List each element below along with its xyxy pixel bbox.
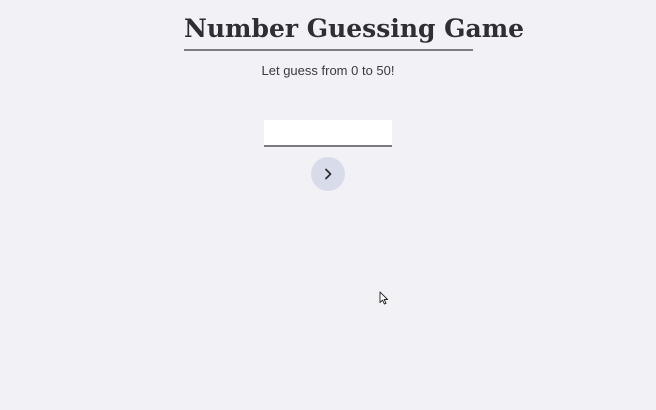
guess-input[interactable] [264, 120, 392, 147]
mouse-pointer-icon [379, 291, 389, 305]
game-page: Number Guessing Game Let guess from 0 to… [0, 0, 656, 410]
chevron-right-icon [323, 168, 333, 180]
title-divider [184, 49, 473, 51]
page-title: Number Guessing Game [184, 14, 525, 43]
title-container: Number Guessing Game [184, 12, 525, 46]
instructions-text: Let guess from 0 to 50! [261, 63, 395, 78]
submit-guess-button[interactable] [311, 157, 345, 191]
